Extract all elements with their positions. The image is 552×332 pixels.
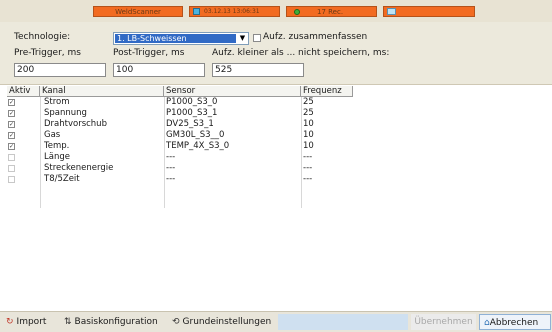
sensor-cell: P1000_S3_0 [166, 97, 218, 107]
posttrigger-label: Post-Trigger, ms [113, 48, 185, 58]
settings-panel: Technologie: 1. LB-Schweissen ▼ Aufz. zu… [0, 22, 552, 85]
calendar-icon [193, 8, 200, 15]
records-segment: 17 Rec. [286, 6, 377, 17]
sensor-cell: TEMP_4X_S3_0 [166, 141, 230, 151]
progress-segment [383, 6, 475, 17]
datetime-text: 03.12.13 13:06:31 [204, 8, 260, 15]
sensor-cell: DV25_S3_1 [166, 119, 214, 129]
basiskonfiguration-label: Basiskonfiguration [74, 317, 158, 327]
active-checkbox[interactable]: ✓ [8, 110, 15, 117]
kanal-cell: Gas [44, 130, 61, 140]
chevron-down-icon[interactable]: ▼ [237, 33, 248, 44]
column-header-sensor[interactable]: Sensor [164, 86, 301, 97]
column-divider [40, 97, 41, 208]
minlen-label: Aufz. kleiner als ... nicht speichern, m… [212, 48, 390, 58]
minlen-input[interactable]: 525 [212, 63, 304, 77]
frequenz-cell: --- [303, 152, 313, 162]
import-label: Import [16, 317, 47, 327]
bottom-toolbar: ↻ Import ⇅ Basiskonfiguration ⟲ Grundeinste… [0, 311, 552, 332]
app-name-segment: WeldScanner [93, 6, 183, 17]
active-checkbox[interactable] [8, 154, 15, 161]
active-checkbox[interactable] [8, 165, 15, 172]
column-divider [164, 97, 165, 208]
kanal-cell: Strom [44, 97, 70, 107]
status-bar: WeldScanner 03.12.13 13:06:31 17 Rec. [0, 0, 552, 23]
cancel-button[interactable]: ⌂Abbrechen [479, 314, 551, 330]
technology-select[interactable]: 1. LB-Schweissen ▼ [113, 32, 249, 45]
import-button[interactable]: ↻ Import [6, 314, 46, 330]
active-checkbox[interactable]: ✓ [8, 132, 15, 139]
sensor-cell: --- [166, 174, 176, 184]
merge-label: Aufz. zusammenfassen [263, 32, 368, 42]
import-icon: ↻ [6, 317, 14, 327]
pretrigger-input[interactable]: 200 [14, 63, 106, 77]
record-status-icon [294, 9, 300, 15]
posttrigger-input[interactable]: 100 [113, 63, 205, 77]
frequenz-cell: 10 [303, 141, 314, 151]
frequenz-cell: 10 [303, 119, 314, 129]
kanal-cell: Streckenenergie [44, 163, 114, 173]
frequenz-cell: --- [303, 174, 313, 184]
sensor-cell: GM30L_S3__0 [166, 130, 225, 140]
app-name: WeldScanner [115, 8, 161, 16]
sensor-cell: P1000_S3_1 [166, 108, 218, 118]
sensor-cell: --- [166, 152, 176, 162]
apply-button[interactable]: Übernehmen [411, 314, 476, 330]
merge-checkbox[interactable] [253, 34, 261, 42]
kanal-cell: Spannung [44, 108, 87, 118]
toolbar-spacer [278, 314, 408, 330]
active-checkbox[interactable]: ✓ [8, 143, 15, 150]
kanal-cell: Länge [44, 152, 70, 162]
kanal-cell: Drahtvorschub [44, 119, 107, 129]
datetime-segment: 03.12.13 13:06:31 [189, 6, 280, 17]
column-divider [301, 97, 302, 208]
column-header-kanal[interactable]: Kanal [40, 86, 164, 97]
technology-label: Technologie: [14, 32, 71, 42]
technology-value: 1. LB-Schweissen [115, 34, 236, 43]
column-header-aktiv[interactable]: Aktiv [7, 86, 40, 97]
column-header-frequenz[interactable]: Frequenz [301, 86, 353, 97]
reset-icon: ⟲ [172, 317, 180, 327]
frequenz-cell: 25 [303, 108, 314, 118]
grundeinstellungen-label: Grundeinstellungen [182, 317, 272, 327]
basiskonfiguration-button[interactable]: ⇅ Basiskonfiguration [64, 314, 158, 330]
pretrigger-label: Pre-Trigger, ms [14, 48, 81, 58]
kanal-cell: T8/5Zeit [44, 174, 80, 184]
frequenz-cell: 10 [303, 130, 314, 140]
grundeinstellungen-button[interactable]: ⟲ Grundeinstellungen [172, 314, 271, 330]
arrows-updown-icon: ⇅ [64, 317, 72, 327]
active-checkbox[interactable]: ✓ [8, 99, 15, 106]
frequenz-cell: 25 [303, 97, 314, 107]
records-count: 17 Rec. [317, 8, 344, 16]
cancel-label: Abbrechen [489, 318, 539, 328]
frequenz-cell: --- [303, 163, 313, 173]
sensor-cell: --- [166, 163, 176, 173]
progress-icon [387, 8, 396, 15]
kanal-cell: Temp. [44, 141, 70, 151]
active-checkbox[interactable] [8, 176, 15, 183]
active-checkbox[interactable]: ✓ [8, 121, 15, 128]
